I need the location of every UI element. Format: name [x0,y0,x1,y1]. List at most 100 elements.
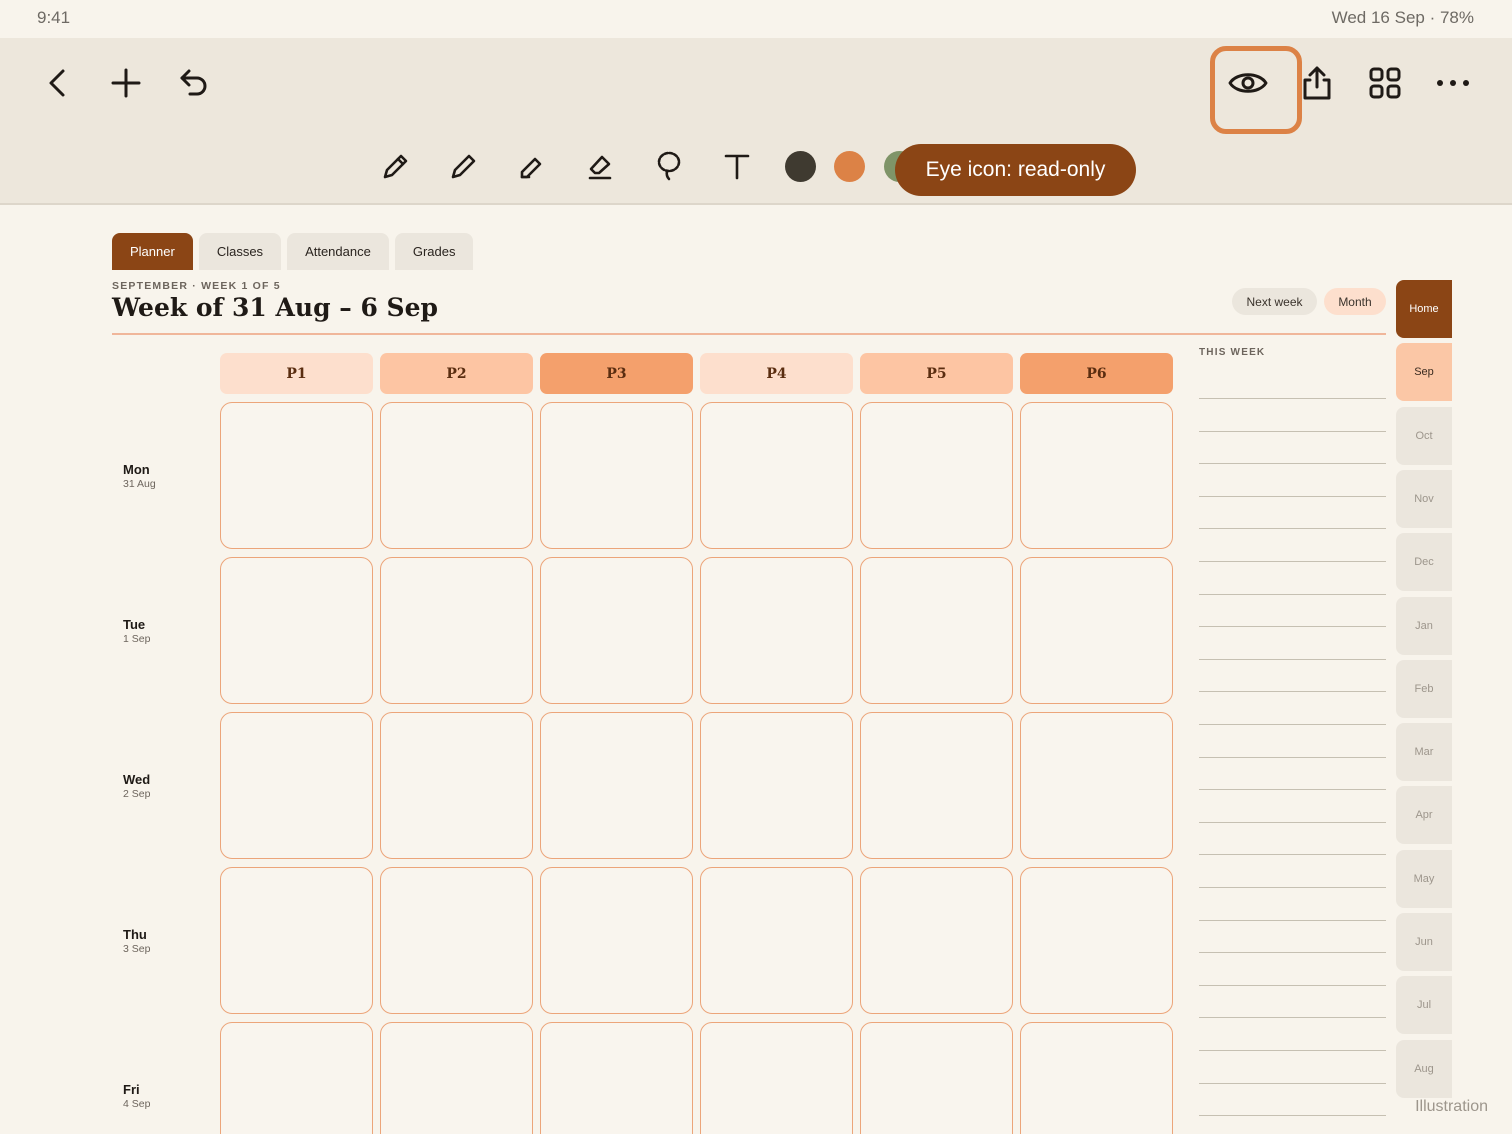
planner-cell[interactable] [860,1022,1013,1134]
note-line [1199,691,1386,693]
plus-icon[interactable] [104,61,148,105]
status-date-battery: Wed 16 Sep · 78% [1331,8,1474,27]
planner-cell[interactable] [540,867,693,1014]
month-tab-apr[interactable]: Apr [1396,786,1452,845]
note-line [1199,626,1386,628]
day-date: 3 Sep [123,943,151,955]
highlighter-icon[interactable] [512,146,552,186]
tab-planner[interactable]: Planner [112,233,193,270]
planner-cell[interactable] [220,867,373,1014]
month-tab-nov[interactable]: Nov [1396,469,1452,528]
planner-cell[interactable] [860,402,1013,549]
planner-cell[interactable] [1020,557,1173,704]
next-week-button[interactable]: Next week [1232,288,1317,315]
planner-cell[interactable] [1020,1022,1173,1134]
page-title: Week of 31 Aug – 6 Sep [112,293,439,322]
note-line [1199,887,1386,888]
planner-cell[interactable] [220,402,373,549]
planner-cell[interactable] [540,402,693,549]
lasso-icon[interactable] [649,146,689,186]
period-header: P2 [380,353,533,394]
this-week-label: THIS WEEK [1199,347,1266,358]
planner-cell[interactable] [540,712,693,859]
eraser-icon[interactable] [580,146,620,186]
note-line [1199,984,1386,986]
planner-cell[interactable] [380,712,533,859]
planner-cell[interactable] [540,1022,693,1134]
pencil-icon[interactable] [376,146,416,186]
note-line [1199,724,1386,725]
day-date: 4 Sep [123,1098,151,1110]
note-line [1199,495,1386,497]
day-name: Mon [123,462,150,477]
note-line [1199,1082,1386,1084]
month-tab-oct[interactable]: Oct [1396,406,1452,465]
month-tab-may[interactable]: May [1396,849,1452,908]
planner-cell[interactable] [220,557,373,704]
month-tab-mar[interactable]: Mar [1396,723,1452,782]
tab-classes[interactable]: Classes [198,233,282,270]
tab-grades[interactable]: Grades [394,233,474,270]
month-tab-jan[interactable]: Jan [1396,596,1452,655]
period-header: P4 [700,353,853,394]
grid-icon[interactable] [1363,61,1407,105]
note-line [1199,789,1386,791]
planner-cell[interactable] [220,712,373,859]
text-icon[interactable] [717,146,757,186]
planner-cell[interactable] [380,867,533,1014]
month-button[interactable]: Month [1324,288,1386,315]
month-tab-feb[interactable]: Feb [1396,659,1452,718]
planner-cell[interactable] [540,557,693,704]
color-swatch-orange[interactable] [834,151,865,182]
more-icon[interactable] [1431,61,1475,105]
note-line [1199,1115,1386,1117]
back-icon[interactable] [36,61,80,105]
month-tab-sep[interactable]: Sep [1396,343,1452,402]
planner-cell[interactable] [860,557,1013,704]
note-line [1199,528,1386,530]
tab-attendance[interactable]: Attendance [287,233,389,270]
planner-cell[interactable] [700,712,853,859]
period-header: P1 [220,353,373,394]
status-bar: 9:41 Wed 16 Sep · 78% [0,0,1512,38]
month-tab-jul[interactable]: Jul [1396,976,1452,1035]
planner-cell[interactable] [1020,402,1173,549]
eye-icon-highlight [1210,46,1302,134]
planner-cell[interactable] [860,867,1013,1014]
planner-cell[interactable] [380,557,533,704]
month-tab-jun[interactable]: Jun [1396,913,1452,971]
planner-cell[interactable] [860,712,1013,859]
month-tab-aug[interactable]: Aug [1396,1039,1452,1098]
color-swatch-dark[interactable] [785,151,816,182]
planner-cell[interactable] [700,557,853,704]
month-tab-home[interactable]: Home [1396,280,1452,338]
note-line [1199,593,1386,595]
planner-cell[interactable] [1020,867,1173,1014]
annotation-callout: Eye icon: read-only [895,144,1136,196]
planner-cell[interactable] [380,1022,533,1134]
note-line [1199,1050,1386,1051]
planner-tabs: Planner Classes Attendance Grades [112,233,474,270]
day-label: Fri 4 Sep [123,1082,150,1110]
status-time: 9:41 [37,8,71,27]
day-date: 2 Sep [123,788,151,800]
planner-cell[interactable] [700,402,853,549]
pen-icon[interactable] [444,146,484,186]
day-label: Thu 3 Sep [123,927,150,955]
day-name: Wed [123,772,151,787]
day-label: Tue 1 Sep [123,617,150,645]
period-header: P6 [1020,353,1173,394]
planner-cell[interactable] [1020,712,1173,859]
note-line [1199,919,1386,921]
share-icon[interactable] [1295,61,1339,105]
day-name: Thu [123,927,147,942]
planner-cell[interactable] [380,402,533,549]
undo-icon[interactable] [172,61,216,105]
planner-cell[interactable] [220,1022,373,1134]
planner-cell[interactable] [700,867,853,1014]
period-header: P5 [860,353,1013,394]
note-line [1199,854,1386,856]
month-tab-dec[interactable]: Dec [1396,533,1452,592]
planner-cell[interactable] [700,1022,853,1134]
week-subtitle: SEPTEMBER · WEEK 1 OF 5 [112,280,281,292]
